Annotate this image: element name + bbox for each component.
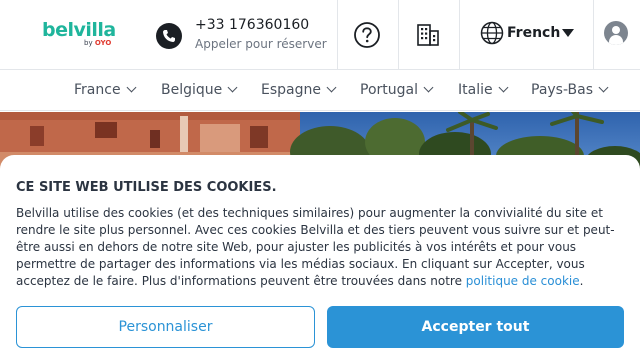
nav-item-portugal[interactable]: Portugal xyxy=(360,82,434,99)
nav-item-france[interactable]: France xyxy=(74,82,137,99)
chevron-down-icon xyxy=(126,82,137,93)
caret-down-icon[interactable] xyxy=(562,29,574,37)
chevron-down-icon xyxy=(498,82,509,93)
country-nav: France Belgique Espagne Portugal Italie … xyxy=(0,71,640,111)
chevron-down-icon xyxy=(227,82,238,93)
globe-icon[interactable] xyxy=(480,21,504,45)
logo-wordmark: belvilla xyxy=(42,19,116,41)
chevron-down-icon xyxy=(598,82,609,93)
accept-all-cookies-button[interactable]: Accepter tout xyxy=(327,306,624,348)
logo-byline: by OYO xyxy=(84,39,112,47)
header-divider xyxy=(337,0,338,70)
cookie-description: Belvilla utilise des cookies (et des tec… xyxy=(16,206,615,288)
cookie-consent-banner: CE SITE WEB UTILISE DES COOKIES. Belvill… xyxy=(0,155,640,360)
header-divider xyxy=(593,0,594,70)
header-divider xyxy=(459,0,460,70)
chevron-down-icon xyxy=(423,82,434,93)
nav-item-espagne[interactable]: Espagne xyxy=(261,82,337,99)
belvilla-logo[interactable]: belvilla by OYO xyxy=(42,20,122,50)
nav-item-belgique[interactable]: Belgique xyxy=(161,82,238,99)
question-circle-icon[interactable] xyxy=(352,20,382,50)
nav-item-pays-bas[interactable]: Pays-Bas xyxy=(531,82,609,99)
phone-number[interactable]: +33 176360160 xyxy=(195,17,309,34)
language-selector[interactable]: French xyxy=(507,25,560,42)
nav-item-italie[interactable]: Italie xyxy=(458,82,509,99)
chevron-down-icon xyxy=(326,82,337,93)
phone-icon[interactable] xyxy=(156,23,182,49)
header-divider xyxy=(398,0,399,70)
cookie-title: CE SITE WEB UTILISE DES COOKIES. xyxy=(16,180,277,195)
phone-caption: Appeler pour réserver xyxy=(195,37,327,51)
cookie-policy-link[interactable]: politique de cookie xyxy=(466,274,580,288)
customize-cookies-button[interactable]: Personnaliser xyxy=(16,306,315,348)
building-icon[interactable] xyxy=(413,20,443,50)
user-avatar-icon[interactable] xyxy=(604,21,628,45)
site-header: belvilla by OYO +33 176360160 Appeler po… xyxy=(0,0,640,70)
